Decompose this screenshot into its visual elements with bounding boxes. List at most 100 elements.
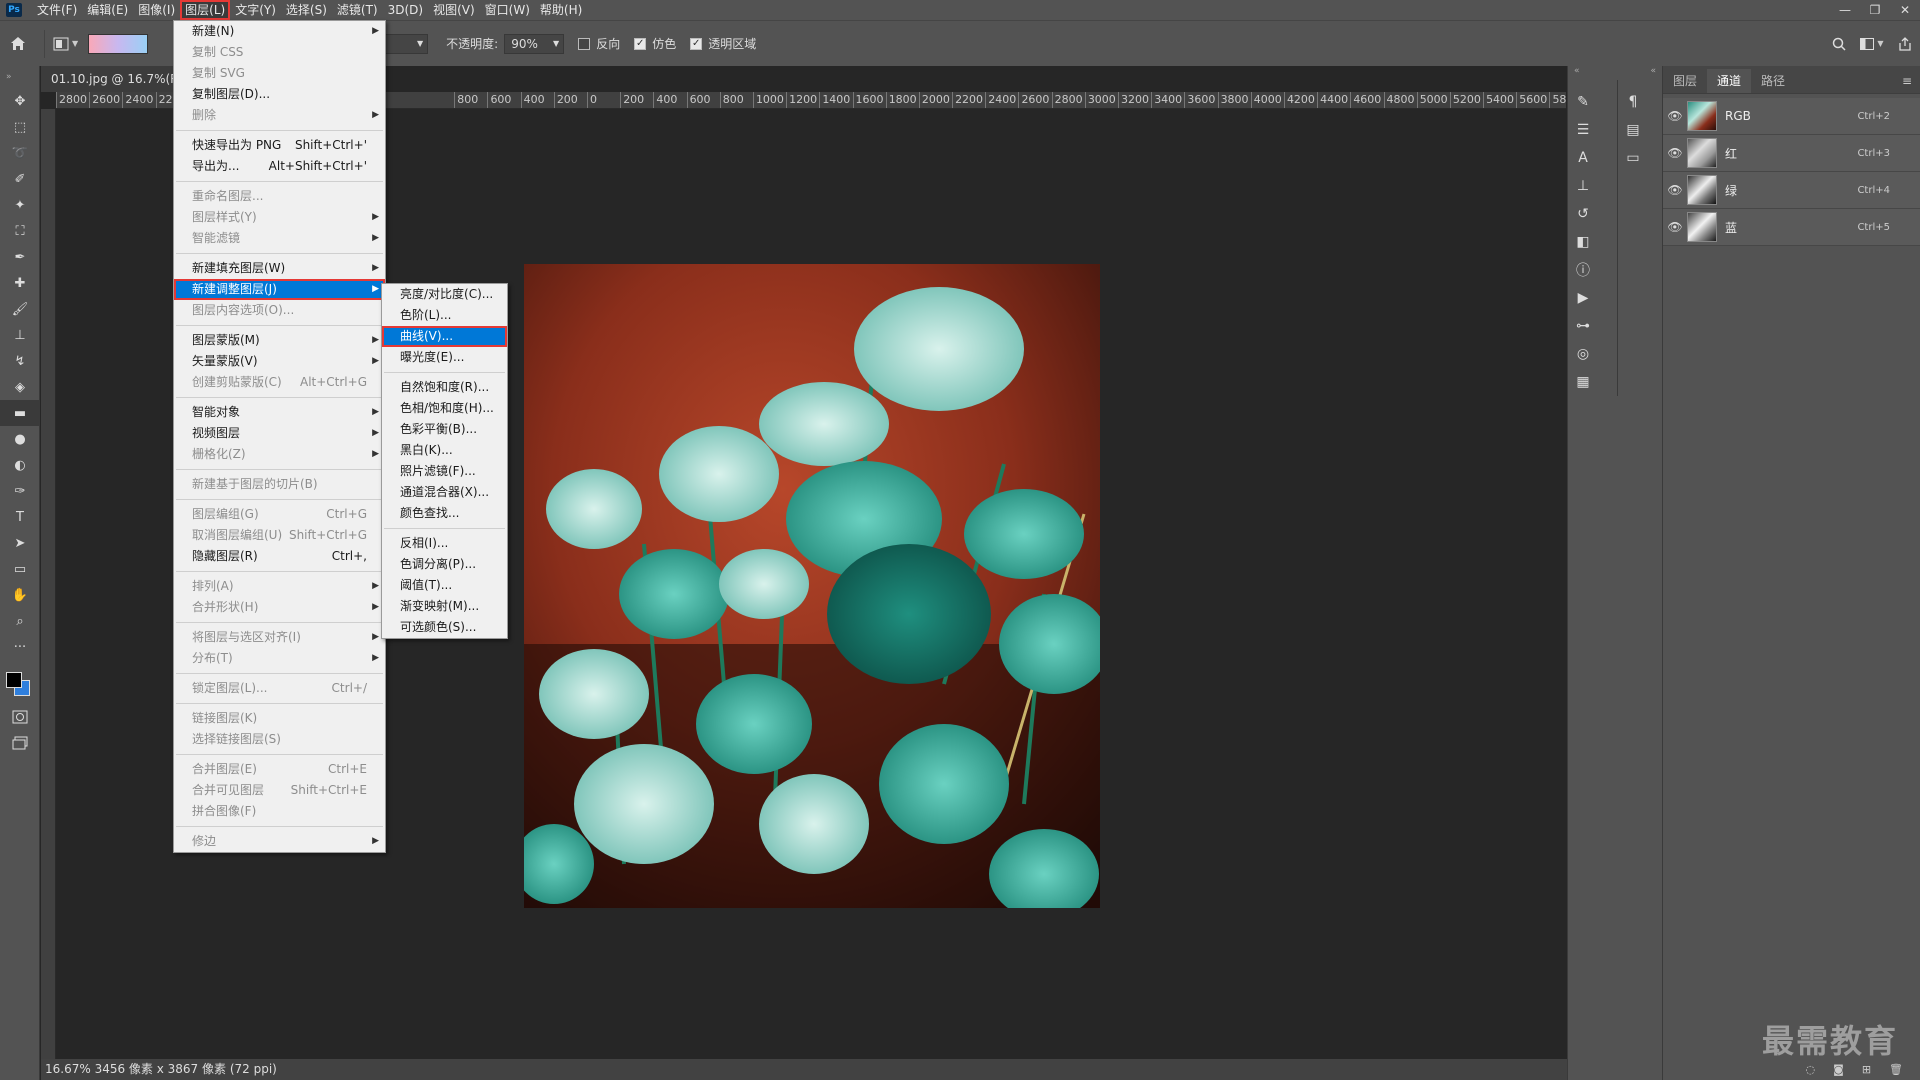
document-tab[interactable]: 01.10.jpg @ 16.7%(R <box>41 66 190 92</box>
menu-7[interactable]: 3D(D) <box>383 0 428 20</box>
adjust_submenu-item[interactable]: 曲线(V)... <box>382 326 507 347</box>
load-selection-icon[interactable]: ◌ <box>1806 1063 1816 1076</box>
dither-checkbox[interactable]: ✓ <box>634 37 647 50</box>
transparency-checkbox[interactable]: ✓ <box>690 37 703 50</box>
new-channel-icon[interactable]: ⊞ <box>1862 1063 1871 1076</box>
menu-9[interactable]: 窗口(W) <box>480 0 535 20</box>
visibility-eye-icon[interactable]: 👁 <box>1663 146 1687 160</box>
clone-source-icon[interactable]: ⊥ <box>1568 172 1598 200</box>
visibility-eye-icon[interactable]: 👁 <box>1663 109 1687 123</box>
adjust_submenu-item[interactable]: 自然饱和度(R)... <box>382 377 507 398</box>
foreground-color[interactable] <box>6 672 22 688</box>
history-icon[interactable]: ↺ <box>1568 200 1598 228</box>
table-icon[interactable]: ▦ <box>1568 368 1598 396</box>
tab-1[interactable]: 通道 <box>1707 69 1752 93</box>
channel-row[interactable]: 👁 绿 Ctrl+4 <box>1663 172 1920 209</box>
menu-0[interactable]: 文件(F) <box>32 0 82 20</box>
document-image[interactable] <box>524 264 1100 908</box>
vertical-ruler[interactable] <box>41 109 56 1059</box>
adjust_submenu-item[interactable]: 色调分离(P)... <box>382 554 507 575</box>
hand-tool-icon[interactable]: ✋ <box>0 582 40 608</box>
magic-wand-tool-icon[interactable]: ✦ <box>0 192 40 218</box>
tab-0[interactable]: 图层 <box>1663 69 1707 93</box>
marquee-tool-icon[interactable]: ⬚ <box>0 114 40 140</box>
history-brush-tool-icon[interactable]: ↯ <box>0 348 40 374</box>
info-icon[interactable]: ⓘ <box>1568 256 1598 284</box>
adjust_submenu-item[interactable]: 黑白(K)... <box>382 440 507 461</box>
gradient-preset-icon[interactable]: ▼ <box>53 37 78 51</box>
paragraph-icon[interactable]: ¶ <box>1618 88 1648 116</box>
brush-settings-icon[interactable]: ✎ <box>1568 88 1598 116</box>
actions-icon[interactable]: ▶ <box>1568 284 1598 312</box>
layer_menu-item[interactable]: 导出为... Alt+Shift+Ctrl+' <box>174 156 385 177</box>
search-icon[interactable] <box>1824 37 1854 51</box>
color-swatches[interactable] <box>0 664 39 704</box>
screen-mode-icon[interactable] <box>0 730 40 756</box>
layer_menu-item[interactable]: 快速导出为 PNG Shift+Ctrl+' <box>174 135 385 156</box>
layer_menu-item[interactable]: 隐藏图层(R) Ctrl+, <box>174 546 385 567</box>
lasso-tool-icon[interactable]: ➰ <box>0 140 40 166</box>
properties-icon[interactable]: ▤ <box>1618 116 1648 144</box>
zoom-tool-icon[interactable]: ⌕ <box>0 608 40 634</box>
menu-6[interactable]: 滤镜(T) <box>332 0 383 20</box>
layer_menu-item[interactable]: 新建(N) ▶ <box>174 21 385 42</box>
adjustments-icon[interactable]: ☰ <box>1568 116 1598 144</box>
character-icon[interactable]: A <box>1568 144 1598 172</box>
mores-tool-icon[interactable]: ··· <box>0 634 40 660</box>
gradient-tool-icon[interactable]: ▬ <box>0 400 40 426</box>
adjust_submenu-item[interactable]: 颜色查找... <box>382 503 507 524</box>
crop-tool-icon[interactable]: ⛶ <box>0 218 40 244</box>
layer_menu-item[interactable]: 新建调整图层(J) ▶ <box>174 279 385 300</box>
reverse-checkbox[interactable] <box>578 37 591 50</box>
workspace-icon[interactable]: ▼ <box>1854 37 1890 50</box>
trash-icon[interactable]: 🗑 <box>1889 1063 1903 1076</box>
blur-tool-icon[interactable]: ● <box>0 426 40 452</box>
menu-8[interactable]: 视图(V) <box>428 0 480 20</box>
adjust_submenu-item[interactable]: 可选颜色(S)... <box>382 617 507 638</box>
adjust_submenu-item[interactable]: 照片滤镜(F)... <box>382 461 507 482</box>
layer_menu-item[interactable]: 矢量蒙版(V) ▶ <box>174 351 385 372</box>
collapse-right-icon[interactable]: « <box>1650 66 1656 80</box>
pen-tool-icon[interactable]: ✑ <box>0 478 40 504</box>
libraries-icon[interactable]: ◧ <box>1568 228 1598 256</box>
healing-tool-icon[interactable]: ✚ <box>0 270 40 296</box>
channel-row[interactable]: 👁 红 Ctrl+3 <box>1663 135 1920 172</box>
adjust_submenu-item[interactable]: 色相/饱和度(H)... <box>382 398 507 419</box>
eyedropper-tool-icon[interactable]: ✒ <box>0 244 40 270</box>
quick-select-tool-icon[interactable]: ✐ <box>0 166 40 192</box>
collapse-icon[interactable]: » <box>0 66 39 88</box>
layer_menu-item[interactable]: 智能对象 ▶ <box>174 402 385 423</box>
notes-icon[interactable]: ▭ <box>1618 144 1648 172</box>
visibility-eye-icon[interactable]: 👁 <box>1663 220 1687 234</box>
adjust_submenu-item[interactable]: 色阶(L)... <box>382 305 507 326</box>
close-icon[interactable]: ✕ <box>1890 3 1920 17</box>
rectangle-tool-icon[interactable]: ▭ <box>0 556 40 582</box>
menu-4[interactable]: 文字(Y) <box>230 0 281 20</box>
layer_menu-item[interactable]: 复制图层(D)... <box>174 84 385 105</box>
menu-5[interactable]: 选择(S) <box>281 0 332 20</box>
type-tool-icon[interactable]: T <box>0 504 40 530</box>
menu-3[interactable]: 图层(L) <box>180 0 231 20</box>
quick-mask-icon[interactable] <box>0 704 40 730</box>
path-select-tool-icon[interactable]: ➤ <box>0 530 40 556</box>
visibility-eye-icon[interactable]: 👁 <box>1663 183 1687 197</box>
adjust_submenu-item[interactable]: 通道混合器(X)... <box>382 482 507 503</box>
panel-menu-icon[interactable]: ≡ <box>1894 69 1920 93</box>
dodge-tool-icon[interactable]: ◐ <box>0 452 40 478</box>
layer_menu-item[interactable]: 视频图层 ▶ <box>174 423 385 444</box>
menu-10[interactable]: 帮助(H) <box>535 0 587 20</box>
stamp-tool-icon[interactable]: ⊥ <box>0 322 40 348</box>
paths-icon[interactable]: ⊶ <box>1568 312 1598 340</box>
opacity-input[interactable]: 90% ▼ <box>504 33 565 54</box>
menu-1[interactable]: 编辑(E) <box>82 0 133 20</box>
collapse-left-icon[interactable]: « <box>1574 66 1580 80</box>
menu-2[interactable]: 图像(I) <box>133 0 180 20</box>
brush-tool-icon[interactable]: 🖌 <box>0 296 40 322</box>
minimize-icon[interactable]: — <box>1830 3 1860 17</box>
adjust_submenu-item[interactable]: 渐变映射(M)... <box>382 596 507 617</box>
adjust_submenu-item[interactable]: 色彩平衡(B)... <box>382 419 507 440</box>
layer_menu-item[interactable]: 图层蒙版(M) ▶ <box>174 330 385 351</box>
channel-row[interactable]: 👁 蓝 Ctrl+5 <box>1663 209 1920 246</box>
adjust_submenu-item[interactable]: 亮度/对比度(C)... <box>382 284 507 305</box>
restore-icon[interactable]: ❐ <box>1860 3 1890 17</box>
